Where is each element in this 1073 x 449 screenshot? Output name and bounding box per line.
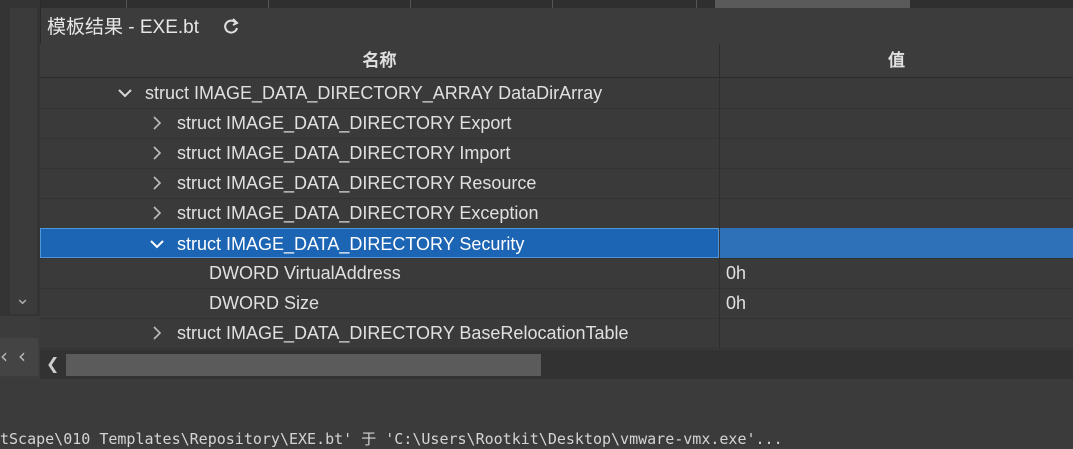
chevron-down-icon[interactable]: ⌄ [15,290,30,308]
hex-separator [268,0,269,8]
row-label: DWORD Size [209,293,320,313]
template-results-table: 名称 值 struct IMAGE_DATA_DIRECTORY_ARRAY D… [40,44,1073,350]
table-row-selected[interactable]: struct IMAGE_DATA_DIRECTORY Security [40,228,1073,259]
row-value: 0h [726,263,747,283]
chevron-right-icon[interactable] [150,146,164,160]
table-row[interactable]: struct IMAGE_DATA_DIRECTORY Import [40,138,1073,169]
table-row[interactable]: struct IMAGE_DATA_DIRECTORY_ARRAY DataDi… [40,78,1073,109]
vertical-scrollbar[interactable]: ⌄ [10,8,37,314]
horizontal-scrollbar[interactable]: ❮ [40,350,1073,379]
panel-title: 模板结果 - EXE.bt [47,17,200,38]
hex-highlight [715,0,910,8]
table-header: 名称 值 [40,44,1073,78]
left-side-panel: ⌄ [0,0,41,316]
row-label: struct IMAGE_DATA_DIRECTORY_ARRAY DataDi… [145,83,603,103]
chevron-left-icon[interactable]: ‹ [18,346,26,366]
hex-separator [126,0,127,8]
row-value: 0h [726,293,747,313]
hex-separator [410,0,411,8]
chevron-left-icon[interactable]: ❮ [46,356,59,372]
row-label: struct IMAGE_DATA_DIRECTORY Import [177,143,511,163]
chevron-right-icon[interactable] [150,116,164,130]
row-label: struct IMAGE_DATA_DIRECTORY Security [177,234,525,254]
row-label: struct IMAGE_DATA_DIRECTORY Export [177,113,512,133]
refresh-icon[interactable] [222,17,240,35]
table-row[interactable]: struct IMAGE_DATA_DIRECTORY Resource [40,168,1073,199]
column-header-name[interactable]: 名称 [40,44,720,77]
row-label: struct IMAGE_DATA_DIRECTORY BaseRelocati… [177,323,629,343]
row-label: struct IMAGE_DATA_DIRECTORY Exception [177,203,539,223]
chevron-right-icon[interactable] [150,206,164,220]
chevron-right-icon[interactable] [150,176,164,190]
hex-editor-fragment [0,0,1073,8]
table-row[interactable]: DWORD VirtualAddress 0h [40,258,1073,289]
row-label: DWORD VirtualAddress [209,263,401,283]
table-row[interactable]: struct IMAGE_DATA_DIRECTORY Exception [40,198,1073,229]
chevron-right-icon[interactable] [150,326,164,340]
chevron-down-icon[interactable] [118,86,132,100]
chevron-left-icon[interactable]: ‹ [0,346,8,366]
row-label: struct IMAGE_DATA_DIRECTORY Resource [177,173,537,193]
hex-separator [552,0,553,8]
table-row[interactable]: struct IMAGE_DATA_DIRECTORY Export [40,108,1073,139]
column-header-value[interactable]: 值 [720,44,1073,77]
table-row[interactable]: struct IMAGE_DATA_DIRECTORY BaseRelocati… [40,318,1073,349]
chevron-down-icon[interactable] [150,237,164,251]
hex-separator [696,0,697,8]
left-nav-buttons: ‹ ‹ [0,338,38,376]
scrollbar-thumb[interactable] [66,354,541,376]
table-row[interactable]: DWORD Size 0h [40,288,1073,319]
